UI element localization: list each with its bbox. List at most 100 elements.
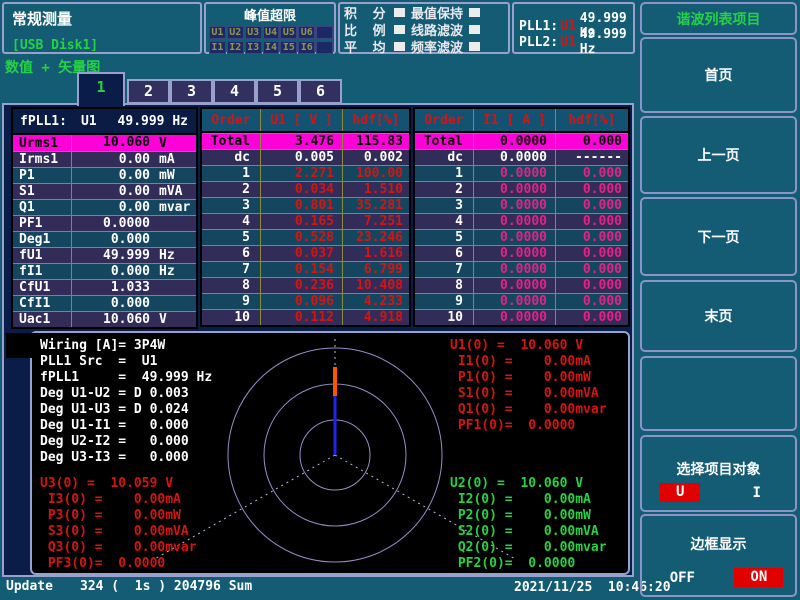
measurement-name: P1 [13,168,71,183]
value-cell: 0.037 [260,246,342,261]
hdf-cell: 10.408 [342,278,409,293]
toggle-right-checkbox[interactable] [469,42,480,51]
hdf-cell: 0.000 [555,294,628,309]
tab-3[interactable]: 3 [170,79,213,104]
value-cell: 0.0000 [473,246,555,261]
value-cell: 0.0000 [473,310,555,325]
toggle-row: 比 例线路滤波 [340,21,508,38]
toggle-left-checkbox[interactable] [394,8,405,17]
toggle-row: 平 均频率滤波 [340,38,508,55]
measurement-unit: mW [154,168,196,183]
measurement-name: Irms1 [13,152,71,167]
voltage-harmonic-row-2: 20.0341.510 [202,181,409,197]
value-cell: 0.0000 [473,150,555,165]
measurement-unit: mVA [154,184,196,199]
usb-disk-label: [USB Disk1] [12,38,98,53]
current-harmonic-row-1: 10.00000.000 [415,165,628,181]
measurement-name: Q1 [13,200,71,215]
voltage-harmonic-row-7: 70.1546.799 [202,261,409,277]
voltage-harmonic-row-5: 50.52823.246 [202,229,409,245]
order-cell: 10 [415,310,473,325]
current-harmonic-header: OrderI1 [ A ]hdf[%] [415,109,628,133]
phase1-values-text: U1(0) = 10.060 V I1(0) = 0.00mA P1(0) = … [450,338,607,434]
fpll1-frequency: 49.999 Hz [97,114,196,129]
measurement-value: 0.000 [71,264,154,279]
select-item-button[interactable]: 选择项目对象 U I [640,435,797,512]
value-cell: 0.0000 [473,166,555,181]
summary-row-Uac1: Uac110.060V [13,311,196,327]
hdf-cell: 4.918 [342,310,409,325]
border-display-options: OFF ON [642,568,795,587]
current-harmonic-row-9: 90.00000.000 [415,293,628,309]
measurement-name: fU1 [13,248,71,263]
value-cell: 2.271 [260,166,342,181]
order-cell: 1 [415,166,473,181]
order-cell: 5 [415,230,473,245]
peak-cell-empty [316,26,333,39]
value-cell: 0.0000 [473,230,555,245]
summary-row-P1: P10.00mW [13,167,196,183]
order-cell: 1 [202,166,260,181]
peak-cell-I4: I4 [263,41,280,54]
toggle-left-checkbox[interactable] [394,42,405,51]
hdf-cell: 0.000 [555,198,628,213]
measurement-name: Deg1 [13,232,71,247]
peak-cell-U6: U6 [298,26,315,39]
hdf-cell: 0.000 [555,166,628,181]
peak-cell-U2: U2 [227,26,244,39]
sidebar-button-home[interactable]: 首页 [640,37,797,113]
current-harmonic-row-10: 100.00000.000 [415,309,628,325]
toggle-right-checkbox[interactable] [469,8,480,17]
vector-diagram-panel: Wiring [A]= 3P4W PLL1 Src = U1 fPLL1 = 4… [30,331,630,575]
value-cell: 3.476 [260,134,342,149]
header-value: U1 [ V ] [260,109,342,131]
measurement-value: 0.00 [71,168,154,183]
current-harmonic-row-6: 60.00000.000 [415,245,628,261]
tab-1[interactable]: 1 [77,72,125,106]
select-item-option-u[interactable]: U [660,483,700,502]
border-display-button[interactable]: 边框显示 OFFON [640,514,797,597]
measurement-value: 0.0000 [71,216,154,231]
pll-panel: PLL1:U149.999 HzPLL2:U149.999 Hz [512,2,635,54]
measurement-value: 0.000 [71,296,154,311]
hdf-cell: 35.281 [342,198,409,213]
toggle-left-checkbox[interactable] [394,25,405,34]
select-item-option-i[interactable]: I [737,484,777,502]
tab-5[interactable]: 5 [256,79,299,104]
hdf-cell: 115.83 [342,134,409,149]
measurement-value: 0.00 [71,184,154,199]
select-item-label: 选择项目对象 [642,459,795,479]
measurement-unit: Hz [154,248,196,263]
peak-cell-empty [316,41,333,54]
toggle-panel: 积 分最值保持比 例线路滤波平 均频率滤波 [338,2,510,54]
measurement-name: S1 [13,184,71,199]
hdf-cell: ------ [555,150,628,165]
order-cell: 9 [202,294,260,309]
order-cell: 9 [415,294,473,309]
measurement-unit: Hz [154,264,196,279]
header-value: I1 [ A ] [473,109,555,131]
value-cell: 0.165 [260,214,342,229]
order-cell: dc [415,150,473,165]
pll-frequency: 49.999 Hz [580,27,633,57]
border-display-option-on[interactable]: ON [734,568,783,587]
peak-cell-U4: U4 [263,26,280,39]
toggle-right-checkbox[interactable] [469,25,480,34]
current-harmonic-row-7: 70.00000.000 [415,261,628,277]
sidebar-button-prev-page[interactable]: 上一页 [640,116,797,194]
value-cell: 0.0000 [473,214,555,229]
hdf-cell: 6.799 [342,262,409,277]
voltage-harmonic-table: OrderU1 [ V ]hdf[%]Total3.476115.83dc0.0… [200,107,411,327]
summary-row-Deg1: Deg10.000 [13,231,196,247]
value-cell: 0.0000 [473,182,555,197]
tab-4[interactable]: 4 [213,79,256,104]
sidebar-button-next-page[interactable]: 下一页 [640,197,797,276]
header-order: Order [415,109,473,131]
tab-6[interactable]: 6 [299,79,342,104]
summary-row-Urms1: Urms110.060V [13,135,196,151]
value-cell: 0.0000 [473,278,555,293]
summary-row-PF1: PF10.0000 [13,215,196,231]
tab-2[interactable]: 2 [127,79,170,104]
sidebar-button-last-page[interactable]: 末页 [640,280,797,352]
border-display-option-off[interactable]: OFF [654,569,711,587]
